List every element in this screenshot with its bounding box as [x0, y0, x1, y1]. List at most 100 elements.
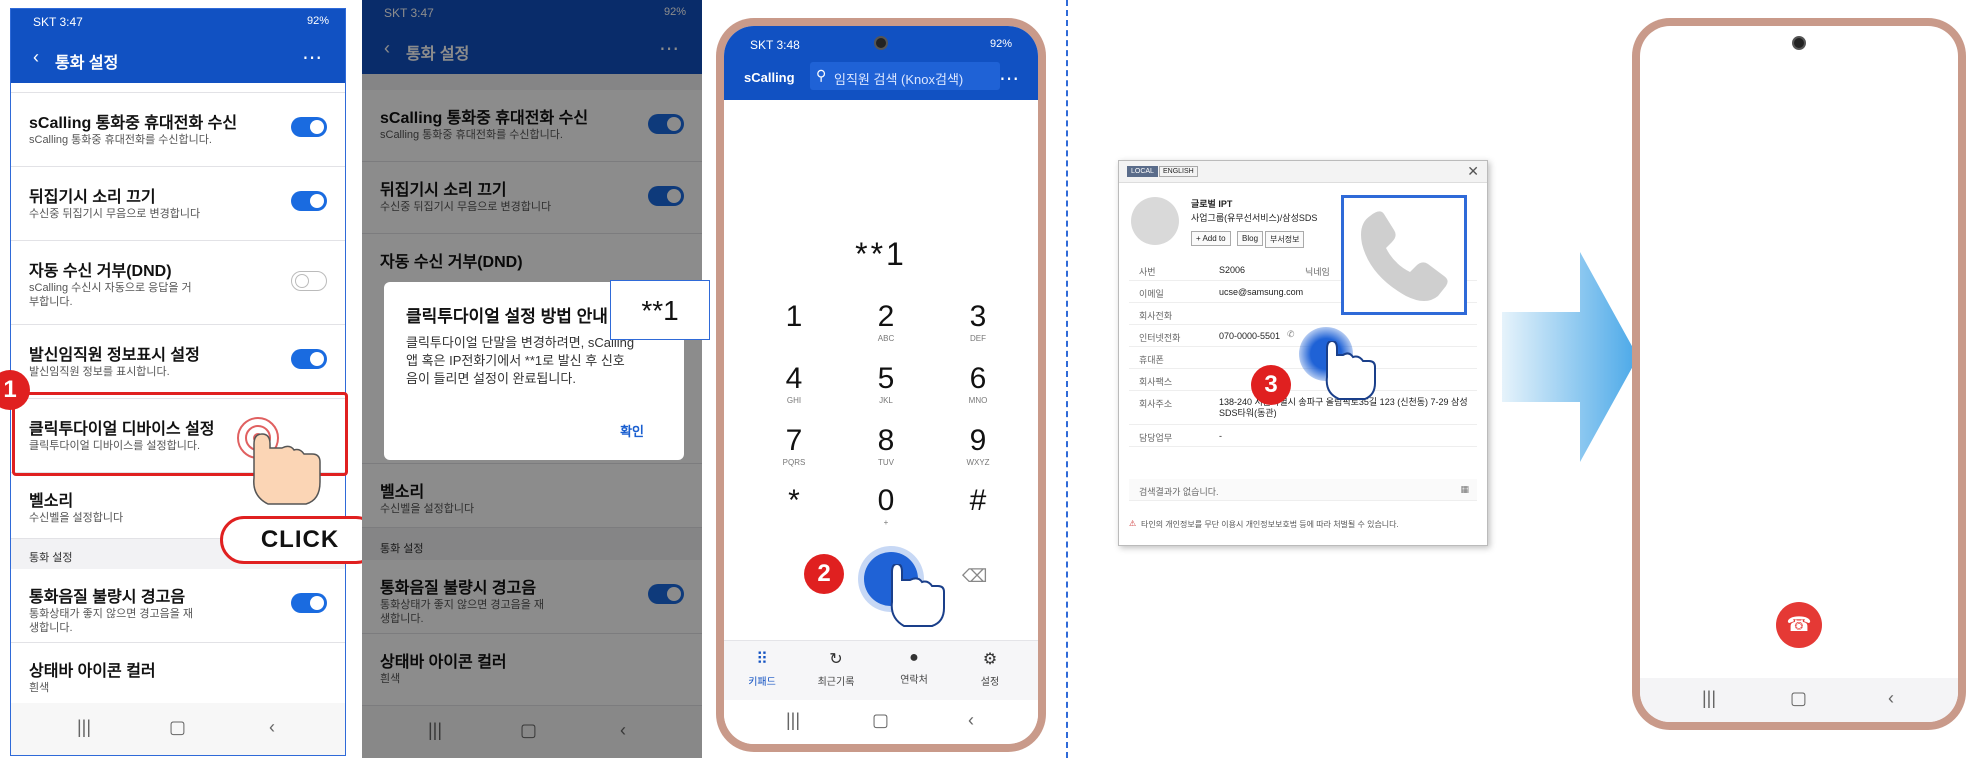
setting-item[interactable]: sCalling 통화중 휴대전화 수신 sCalling 통화중 휴대전화를 …: [11, 93, 345, 167]
bluetooth-button[interactable]: ᛒ 블루투스: [1848, 344, 1938, 392]
phone-icon[interactable]: ✆: [1287, 329, 1295, 340]
key-2[interactable]: 2 ABC: [856, 300, 916, 343]
key-1[interactable]: 1: [764, 300, 824, 334]
setting-desc: 수신벨을 설정합니다: [29, 512, 124, 524]
privacy-warning: 타인의 개인정보를 무단 이용시 개인정보보호법 등에 따라 처벌될 수 있습니…: [1141, 520, 1399, 529]
click-label: CLICK: [220, 516, 380, 564]
speaker-button[interactable]: ◀) 스피커: [1660, 416, 1750, 464]
recents-icon[interactable]: |||: [786, 710, 800, 731]
home-icon[interactable]: ▢: [1790, 688, 1807, 709]
key-7[interactable]: 7 PQRS: [764, 424, 824, 467]
hold-button[interactable]: ❚❚ 보류: [1754, 416, 1844, 464]
search-input[interactable]: ⚲ 임직원 검색 (Knox검색): [810, 62, 1000, 90]
calendar-icon[interactable]: ▦: [1460, 484, 1469, 495]
tab-settings[interactable]: ⚙ 설정: [960, 649, 1020, 688]
history-icon: ↻: [829, 651, 843, 668]
tutorial-canvas: SKT 3:47 92% ‹ 통화 설정 ⋯ sCalling 통화중 휴대전화…: [0, 0, 1970, 758]
conference-button[interactable]: ☷ 회의: [1754, 344, 1844, 392]
keypad-icon: ⠿: [756, 651, 768, 668]
home-icon[interactable]: ▢: [169, 717, 186, 738]
tab-recent[interactable]: ↻ 최근기록: [806, 649, 866, 688]
app-bar: SKT 3:47 92% ‹ 통화 설정 ⋯: [11, 9, 345, 83]
dept-info-button[interactable]: 부서정보: [1265, 231, 1305, 248]
keypad-button[interactable]: ⠿ 키패드: [1848, 606, 1938, 649]
backspace-icon[interactable]: ⌫: [962, 566, 987, 587]
key-3[interactable]: 3 DEF: [948, 300, 1008, 343]
key-hash[interactable]: #: [948, 484, 1008, 518]
voicemail-icon: ▭: [1694, 344, 1716, 369]
key-4[interactable]: 4 GHI: [764, 362, 824, 405]
setting-title: 상태바 아이콘 컬러: [29, 663, 156, 680]
gear-icon: ⚙: [982, 651, 998, 668]
setting-desc: 수신중 뒤집기시 무음으로 변경합니다: [29, 208, 201, 220]
end-call-icon: ☎: [1786, 614, 1812, 636]
lang-english-tab[interactable]: ENGLISH: [1159, 166, 1198, 177]
camera-icon: [1792, 36, 1806, 50]
status-time: SKT 10:49: [1664, 38, 1721, 52]
setting-desc: 통화상태가 좋지 않으면 경고음을 재생합니다.: [29, 608, 194, 634]
camera-icon: [874, 36, 888, 50]
confirm-button[interactable]: 확인: [620, 421, 644, 440]
key-5[interactable]: 5 JKL: [856, 362, 916, 405]
more-icon[interactable]: ⋯: [999, 66, 1020, 91]
battery-level: 92%: [989, 38, 1012, 50]
back-icon[interactable]: ‹: [33, 47, 39, 68]
record-button[interactable]: ▭ 녹음: [1660, 344, 1750, 392]
lang-local-tab[interactable]: LOCAL: [1127, 166, 1158, 177]
settings-dialog-screen: SKT 3:47 92% ‹ 통화 설정 ⋯ sCalling 통화중 휴대전화…: [362, 0, 702, 758]
toggle-switch[interactable]: [291, 191, 327, 211]
key-0[interactable]: 0 +: [856, 484, 916, 527]
toggle-switch[interactable]: [291, 117, 327, 137]
dialog-body: 클릭투다이얼 단말을 변경하려면, sCalling앱 혹은 IP전화기에서 *…: [406, 335, 635, 386]
bluetooth-icon: ᛒ: [1886, 344, 1900, 369]
list-spacer: [11, 83, 345, 93]
recents-icon[interactable]: |||: [77, 717, 91, 738]
setting-title: sCalling 통화중 휴대전화 수신: [29, 115, 238, 132]
more-icon[interactable]: ⋯: [302, 45, 323, 70]
blog-button[interactable]: Blog: [1237, 231, 1264, 246]
back-nav-icon[interactable]: ‹: [1888, 688, 1894, 709]
phone-switch-button[interactable]: ▯ 휴대폰 전환: [1754, 488, 1844, 536]
setting-desc: sCalling 수신시 자동으로 응답을 거부합니다.: [29, 282, 192, 308]
tab-keypad[interactable]: ⠿ 키패드: [732, 649, 792, 688]
setting-item[interactable]: 통화음질 불량시 경고음 통화상태가 좋지 않으면 경고음을 재생합니다.: [11, 569, 345, 643]
dialog-title: 클릭투다이얼 설정 방법 안내: [406, 307, 608, 326]
section-divider: [1066, 0, 1068, 758]
toggle-switch[interactable]: [291, 349, 327, 369]
call-status: 음성 통화 발신 중: [1780, 72, 1868, 86]
back-nav-icon[interactable]: ‹: [269, 717, 275, 738]
recents-icon[interactable]: |||: [1702, 688, 1716, 709]
search-result-row: 검색결과가 없습니다. ▦: [1129, 479, 1477, 501]
tap-hand-icon: [1325, 341, 1376, 400]
key-8[interactable]: 8 TUV: [856, 424, 916, 467]
add-to-button[interactable]: + Add to: [1191, 231, 1231, 246]
setting-item[interactable]: 상태바 아이콘 컬러 흰색: [11, 643, 345, 707]
transfer-button[interactable]: ⇅ 전환: [1660, 488, 1750, 536]
mute-button[interactable]: 🎙 내소리 차단: [1848, 416, 1938, 464]
end-call-button[interactable]: ☎: [1776, 602, 1822, 648]
key-9[interactable]: 9 WXYZ: [948, 424, 1008, 467]
setting-item[interactable]: 뒤집기시 소리 끄기 수신중 뒤집기시 무음으로 변경합니다: [11, 167, 345, 241]
home-icon[interactable]: ▢: [872, 710, 889, 731]
tab-contacts[interactable]: ● 연락처: [884, 649, 944, 686]
back-nav-icon[interactable]: ‹: [968, 710, 974, 731]
code-callout: **1: [610, 280, 710, 340]
zoom-callout: [1341, 195, 1467, 315]
battery-level: 98%: [1909, 38, 1932, 50]
setting-title: 통화음질 불량시 경고음: [29, 589, 186, 606]
contact-name: 글로벌 IPT: [1191, 199, 1233, 209]
close-icon[interactable]: ✕: [1467, 163, 1479, 180]
app-name: sCalling: [1730, 72, 1778, 86]
bottom-tab-bar: ⠿ 키패드 ↻ 최근기록 ● 연락처 ⚙ 설정: [724, 640, 1038, 700]
setting-item[interactable]: 자동 수신 거부(DND) sCalling 수신시 자동으로 응답을 거부합니…: [11, 241, 345, 325]
key-star[interactable]: *: [764, 484, 824, 518]
toggle-switch[interactable]: [291, 593, 327, 613]
contact-org: 사업그룹(유무선서비스)/삼성SDS: [1191, 213, 1318, 223]
setting-item[interactable]: 발신임직원 정보표시 설정 발신임직원 정보를 표시합니다.: [11, 325, 345, 399]
key-6[interactable]: 6 MNO: [948, 362, 1008, 405]
setting-desc: 발신임직원 정보를 표시합니다.: [29, 366, 170, 378]
tap-hand-icon: [237, 417, 321, 505]
toggle-switch[interactable]: [291, 271, 327, 291]
hold-icon: ❚❚: [1780, 416, 1818, 441]
setting-title: 자동 수신 거부(DND): [29, 263, 172, 280]
